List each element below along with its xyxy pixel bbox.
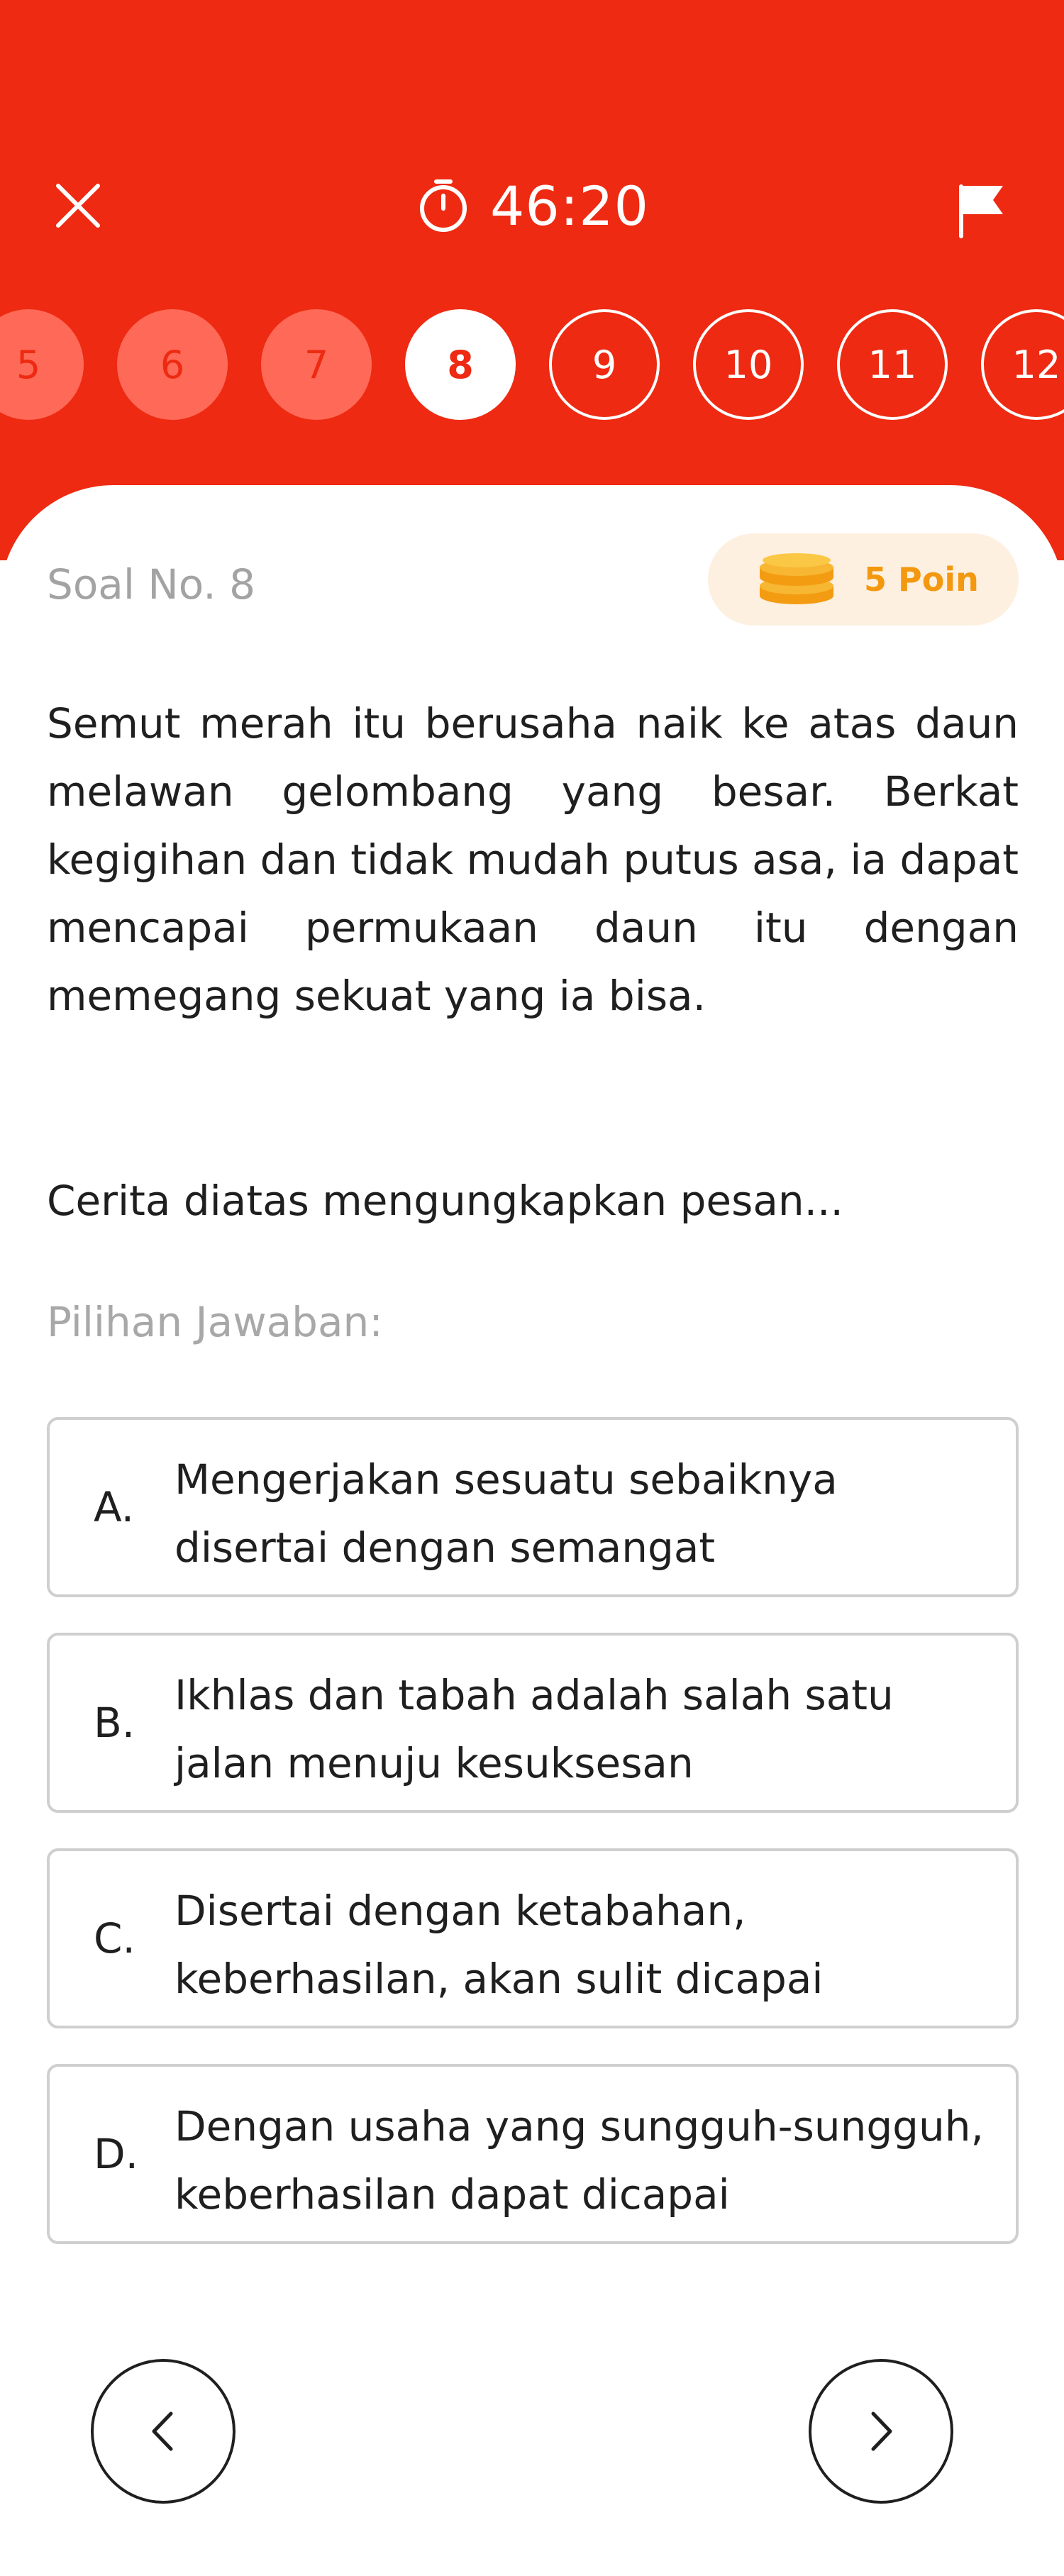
question-nav-11[interactable]: 11 [837, 309, 948, 420]
question-nav-5[interactable]: 5 [0, 309, 84, 420]
question-nav-10[interactable]: 10 [693, 309, 804, 420]
chevron-left-icon [152, 2411, 173, 2451]
points-badge: 5 Poin [708, 533, 1019, 626]
question-navigator: 5 6 7 8 9 10 11 12 [0, 0, 1064, 426]
choices-label: Pilihan Jawaban: [47, 1298, 383, 1346]
coin-stack-icon [760, 553, 833, 604]
next-question-button[interactable] [809, 2359, 953, 2504]
option-text: Ikhlas dan tabah adalah salah satu jalan… [174, 1671, 894, 1787]
question-text: Semut merah itu berusaha naik ke atas da… [47, 699, 1019, 1020]
question-number: Soal No. 8 [47, 560, 256, 609]
answer-option-a[interactable]: A. Mengerjakan sesuatu sebaiknya diserta… [47, 1417, 1019, 1597]
previous-question-button[interactable] [91, 2359, 235, 2504]
points-label: 5 Poin [864, 560, 979, 599]
answer-option-d[interactable]: D. Dengan usaha yang sungguh-sungguh, ke… [47, 2064, 1019, 2244]
option-text: Dengan usaha yang sungguh-sungguh, keber… [174, 2102, 984, 2219]
question-nav-12[interactable]: 12 [981, 309, 1064, 420]
question-prompt: Cerita diatas mengungkapkan pesan... [47, 1177, 843, 1225]
option-letter: B. [94, 1699, 135, 1747]
chevron-right-icon [871, 2411, 892, 2451]
option-letter: C. [94, 1914, 135, 1962]
answer-option-b[interactable]: B. Ikhlas dan tabah adalah salah satu ja… [47, 1633, 1019, 1813]
option-letter: D. [94, 2130, 139, 2178]
answer-option-c[interactable]: C. Disertai dengan ketabahan, keberhasil… [47, 1848, 1019, 2028]
question-nav-8[interactable]: 8 [405, 309, 516, 420]
option-text: Disertai dengan ketabahan, keberhasilan,… [174, 1887, 824, 2003]
option-text: Mengerjakan sesuatu sebaiknya disertai d… [174, 1455, 838, 1572]
option-letter: A. [94, 1483, 135, 1531]
question-nav-6[interactable]: 6 [117, 309, 228, 420]
question-nav-7[interactable]: 7 [261, 309, 372, 420]
question-nav-9[interactable]: 9 [549, 309, 660, 420]
